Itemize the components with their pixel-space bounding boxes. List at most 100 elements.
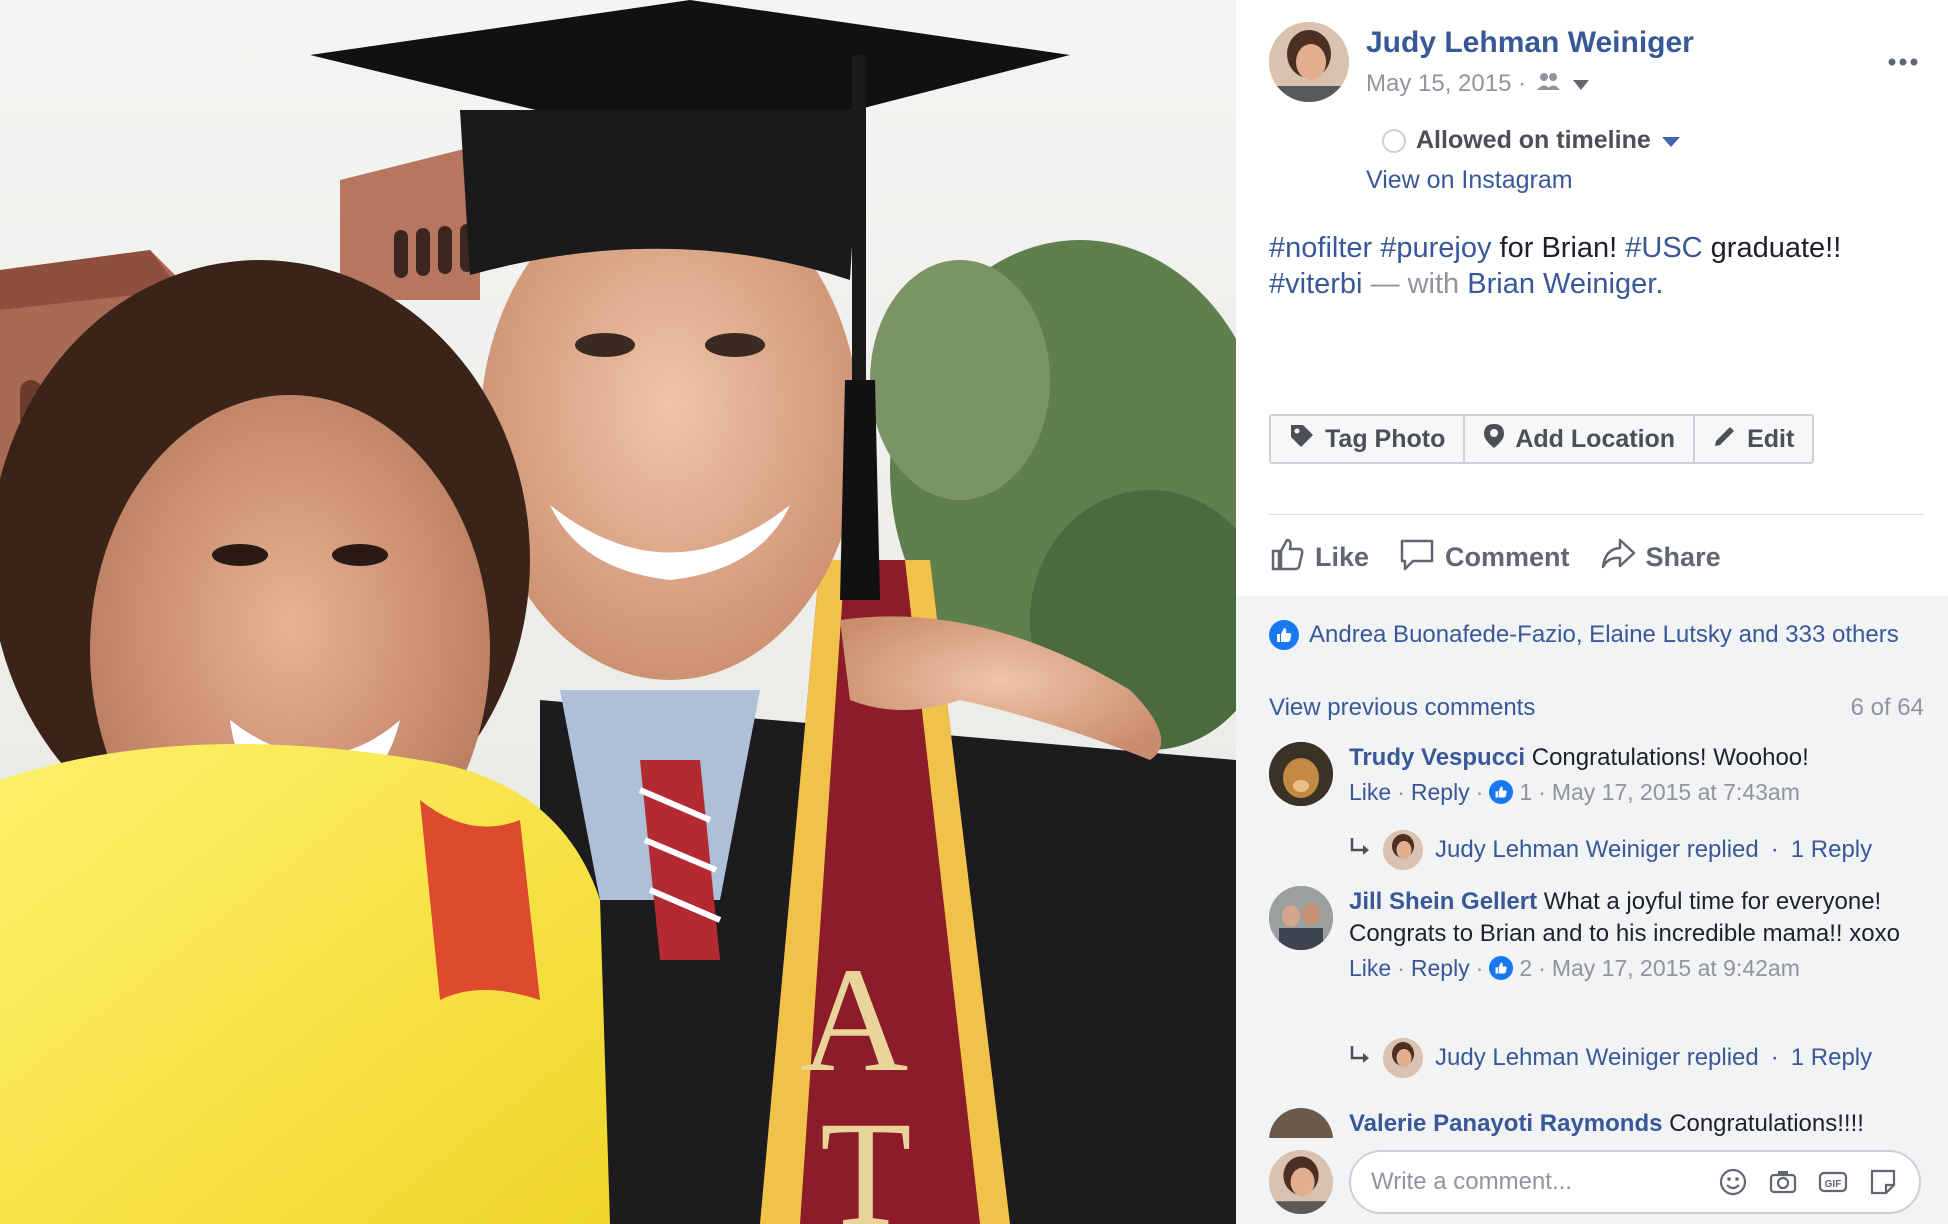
divider (1269, 514, 1924, 515)
tag-photo-label: Tag Photo (1325, 424, 1446, 453)
sticker-icon[interactable] (1867, 1166, 1899, 1198)
more-options-icon[interactable] (1888, 54, 1918, 72)
comment-reply-link[interactable]: Reply (1411, 952, 1470, 984)
replier-avatar (1383, 830, 1423, 870)
replied-text[interactable]: Judy Lehman Weiniger replied (1435, 1044, 1759, 1072)
edit-button[interactable]: Edit (1695, 416, 1812, 462)
commenter-avatar[interactable] (1269, 886, 1333, 950)
reply-arrow-icon (1349, 1044, 1371, 1073)
reply-count[interactable]: 1 Reply (1791, 1044, 1872, 1072)
commenter-avatar[interactable] (1269, 1108, 1333, 1138)
comment-body: Trudy Vespucci Congratulations! Woohoo! … (1349, 742, 1919, 808)
share-button[interactable]: Share (1600, 536, 1721, 579)
hashtag-link[interactable]: #USC (1625, 232, 1702, 264)
post-actions: Like Comment Share (1269, 536, 1721, 579)
camera-icon[interactable] (1767, 1166, 1799, 1198)
share-arrow-icon (1600, 536, 1636, 579)
comment-item: Trudy Vespucci Congratulations! Woohoo! … (1269, 742, 1929, 872)
comment-time[interactable]: May 17, 2015 at 7:43am (1552, 776, 1800, 808)
hashtag-link[interactable]: #viterbi (1269, 268, 1363, 300)
comment-item: Jill Shein Gellert What a joyful time fo… (1269, 886, 1929, 1078)
post-photo[interactable]: A T (0, 0, 1236, 1224)
caption-text: for Brian! (1491, 232, 1626, 264)
my-avatar (1269, 1150, 1333, 1214)
comment-reply-link[interactable]: Reply (1411, 776, 1470, 808)
thumbs-up-icon (1489, 956, 1514, 980)
comment-footer: Like · Reply · 2 · May 17, 2015 at 9:42am (1349, 952, 1919, 984)
friends-icon[interactable] (1536, 70, 1562, 98)
like-label: Like (1315, 542, 1370, 572)
photo-viewer: A T Judy Lehman Weiniger May 15, 2015 · … (0, 0, 1948, 1224)
tagged-person-link[interactable]: Brian Weiniger (1467, 268, 1655, 300)
smiley-icon[interactable] (1717, 1166, 1749, 1198)
share-label: Share (1645, 542, 1721, 572)
comment-time[interactable]: May 17, 2015 at 9:42am (1552, 952, 1800, 984)
caret-down-icon[interactable] (1661, 126, 1681, 155)
caption-period: . (1655, 268, 1664, 300)
caption-text: graduate!! (1702, 232, 1842, 264)
thumbs-up-icon (1269, 620, 1299, 650)
comment-placeholder: Write a comment... (1371, 1168, 1572, 1195)
author-name[interactable]: Judy Lehman Weiniger (1366, 26, 1694, 60)
add-location-button[interactable]: Add Location (1465, 416, 1696, 462)
comment-author[interactable]: Valerie Panayoti Raymonds (1349, 1110, 1662, 1137)
post-panel: Judy Lehman Weiniger May 15, 2015 · Allo… (1236, 0, 1948, 1224)
replies-link[interactable]: Judy Lehman Weiniger replied · 1 Reply (1349, 830, 1872, 870)
svg-text:A: A (800, 937, 908, 1103)
reply-arrow-icon (1349, 836, 1371, 865)
location-pin-icon (1483, 423, 1505, 456)
pencil-icon (1713, 424, 1737, 455)
comment-composer: Write a comment... GIF (1269, 1150, 1948, 1224)
comments-count: 6 of 64 (1850, 694, 1924, 721)
comment-text: Congratulations! Woohoo! (1531, 744, 1809, 771)
view-previous-comments-link[interactable]: View previous comments (1269, 694, 1535, 722)
caret-down-icon[interactable] (1572, 70, 1590, 98)
post-date[interactable]: May 15, 2015 · (1366, 70, 1526, 98)
comment-button[interactable]: Comment (1399, 536, 1570, 579)
radio-icon[interactable] (1382, 128, 1406, 153)
hashtag-link[interactable]: #nofilter (1269, 232, 1372, 264)
timeline-label: Allowed on timeline (1416, 126, 1651, 154)
tag-photo-button[interactable]: Tag Photo (1271, 416, 1466, 462)
replies-link[interactable]: Judy Lehman Weiniger replied · 1 Reply (1349, 1038, 1872, 1078)
reply-count[interactable]: 1 Reply (1791, 836, 1872, 864)
view-on-instagram-link[interactable]: View on Instagram (1366, 166, 1573, 195)
comment-like-count[interactable]: 2 (1519, 952, 1532, 984)
like-button[interactable]: Like (1269, 536, 1369, 579)
comment-author[interactable]: Trudy Vespucci (1349, 744, 1525, 771)
comment-like-link[interactable]: Like (1349, 952, 1391, 984)
composer-icons: GIF (1717, 1166, 1899, 1198)
replied-text[interactable]: Judy Lehman Weiniger replied (1435, 836, 1759, 864)
timeline-selector[interactable]: Allowed on timeline (1382, 126, 1681, 155)
commenter-avatar[interactable] (1269, 742, 1333, 806)
comment-item: Valerie Panayoti Raymonds Congratulation… (1269, 1108, 1929, 1138)
reactions-text[interactable]: Andrea Buonafede-Fazio, Elaine Lutsky an… (1309, 621, 1899, 649)
replier-avatar (1383, 1038, 1423, 1078)
author-avatar[interactable] (1269, 22, 1349, 102)
svg-text:T: T (820, 1091, 912, 1224)
edit-label: Edit (1747, 424, 1795, 453)
gif-icon[interactable]: GIF (1817, 1166, 1849, 1198)
with-text: — with (1362, 268, 1468, 300)
comment-body: Jill Shein Gellert What a joyful time fo… (1349, 886, 1919, 984)
comments-section: Andrea Buonafede-Fazio, Elaine Lutsky an… (1236, 596, 1948, 1224)
comment-author[interactable]: Jill Shein Gellert (1349, 888, 1537, 915)
comment-input[interactable]: Write a comment... GIF (1349, 1150, 1921, 1214)
comment-like-link[interactable]: Like (1349, 776, 1391, 808)
svg-text:GIF: GIF (1825, 1179, 1842, 1190)
add-location-label: Add Location (1515, 424, 1676, 453)
comment-footer: Like · Reply · 1 · May 17, 2015 at 7:43am (1349, 776, 1919, 808)
comment-body: Valerie Panayoti Raymonds Congratulation… (1349, 1108, 1919, 1138)
reactions-summary[interactable]: Andrea Buonafede-Fazio, Elaine Lutsky an… (1269, 620, 1899, 650)
comment-like-count[interactable]: 1 (1519, 776, 1532, 808)
photo-actions: Tag Photo Add Location Edit (1269, 414, 1815, 464)
thumbs-up-icon (1269, 536, 1305, 579)
tag-icon (1289, 423, 1315, 456)
comment-label: Comment (1445, 542, 1570, 572)
post-meta: May 15, 2015 · (1366, 70, 1590, 98)
thumbs-up-icon (1489, 780, 1514, 804)
comment-text: Congratulations!!!! (1669, 1110, 1864, 1137)
post-caption: #nofilter #purejoy for Brian! #USC gradu… (1269, 230, 1909, 302)
hashtag-link[interactable]: #purejoy (1380, 232, 1491, 264)
speech-bubble-icon (1399, 536, 1435, 579)
